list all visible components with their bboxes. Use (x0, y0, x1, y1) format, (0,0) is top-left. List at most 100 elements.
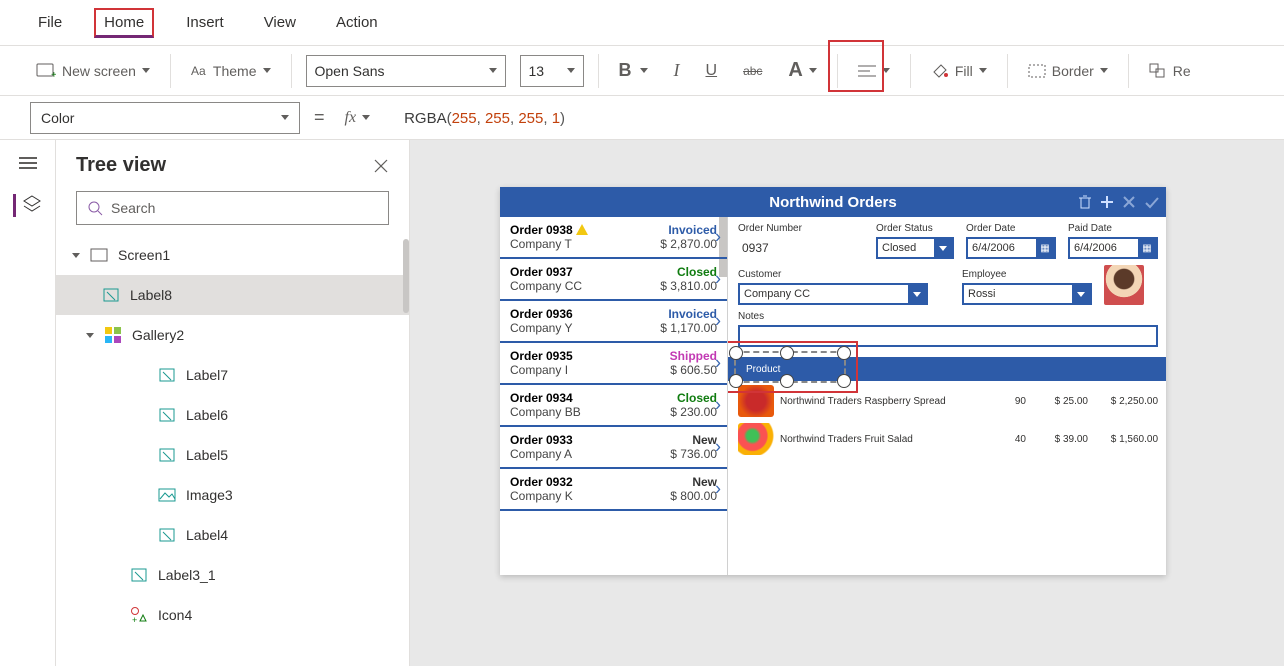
underline-button[interactable]: U (700, 58, 724, 84)
hamburger-button[interactable] (19, 154, 37, 172)
product-total: $ 1,560.00 (1094, 434, 1158, 445)
order-item[interactable]: Order 0935Shipped Company I$ 606.50 › (500, 343, 727, 385)
paint-bucket-icon (931, 62, 949, 80)
layers-icon (22, 194, 42, 214)
tree-node-label3-1[interactable]: Label3_1 (56, 555, 409, 595)
font-color-button[interactable]: A (782, 55, 822, 86)
font-size-select[interactable]: 13 (520, 55, 584, 87)
notes-input[interactable] (738, 325, 1158, 347)
menu-file[interactable]: File (30, 10, 70, 35)
close-icon[interactable] (373, 158, 389, 174)
align-button[interactable] (852, 60, 896, 82)
reorder-button[interactable]: Re (1143, 59, 1197, 83)
theme-button[interactable]: Aa Theme (185, 59, 277, 83)
fx-button[interactable]: fx (339, 105, 377, 131)
svg-text:+: + (51, 70, 56, 79)
product-thumb (738, 385, 774, 417)
tree-node-label7[interactable]: Label7 (56, 355, 409, 395)
tree-node-label6[interactable]: Label6 (56, 395, 409, 435)
customer-select[interactable]: Company CC (738, 283, 928, 305)
tree-view-tab[interactable] (13, 194, 42, 217)
employee-select[interactable]: Rossi (962, 283, 1092, 305)
check-icon[interactable] (1144, 195, 1160, 209)
app-preview: Northwind Orders Order 0938Invoiced Comp… (500, 187, 1166, 575)
label-icon (102, 286, 120, 304)
formula-fn: RGBA (404, 110, 447, 127)
products-header: Product (728, 357, 1166, 381)
scrollbar-thumb[interactable] (403, 239, 409, 313)
property-value: Color (41, 110, 74, 126)
order-item[interactable]: Order 0933New Company A$ 736.00 › (500, 427, 727, 469)
chevron-down-icon (882, 68, 890, 73)
product-row[interactable]: Northwind Traders Fruit Salad 40 $ 39.00… (738, 423, 1158, 455)
border-button[interactable]: Border (1022, 59, 1114, 83)
menu-action[interactable]: Action (328, 10, 386, 35)
order-item[interactable]: Order 0938Invoiced Company T$ 2,870.00 › (500, 217, 727, 259)
new-screen-label: New screen (62, 63, 136, 79)
font-select[interactable]: Open Sans (306, 55, 506, 87)
tree-node-label8[interactable]: Label8 (56, 275, 409, 315)
tree-label: Image3 (186, 487, 233, 503)
chevron-right-icon: › (715, 353, 721, 374)
order-item[interactable]: Order 0932New Company K$ 800.00 › (500, 469, 727, 511)
order-item[interactable]: Order 0937Closed Company CC$ 3,810.00 › (500, 259, 727, 301)
new-screen-button[interactable]: + New screen (30, 59, 156, 83)
order-status-select[interactable]: Closed (876, 237, 954, 259)
canvas[interactable]: Northwind Orders Order 0938Invoiced Comp… (410, 140, 1284, 666)
tree-node-gallery2[interactable]: Gallery2 (56, 315, 409, 355)
tree-node-label4[interactable]: Label4 (56, 515, 409, 555)
plus-icon[interactable] (1100, 195, 1114, 209)
tree-node-icon4[interactable]: +Icon4 (56, 595, 409, 635)
fill-button[interactable]: Fill (925, 58, 993, 84)
warning-icon (576, 224, 588, 235)
menu-home[interactable]: Home (94, 8, 154, 38)
lbl-customer: Customer (738, 269, 928, 280)
chevron-down-icon (263, 68, 271, 73)
fill-label: Fill (955, 63, 973, 79)
lbl-employee: Employee (962, 269, 1092, 280)
paid-date-picker[interactable]: 6/4/2006▦ (1068, 237, 1158, 259)
product-row[interactable]: Northwind Traders Raspberry Spread 90 $ … (738, 385, 1158, 417)
strikethrough-icon: abc (743, 64, 762, 78)
orders-list[interactable]: Order 0938Invoiced Company T$ 2,870.00 ›… (500, 217, 728, 575)
tree-node-label5[interactable]: Label5 (56, 435, 409, 475)
formula-input[interactable]: RGBA(255, 255, 255, 1) (404, 109, 565, 127)
menu-view[interactable]: View (256, 10, 304, 35)
lbl-paid-date: Paid Date (1068, 223, 1158, 234)
bold-button[interactable]: B (613, 56, 654, 85)
lbl-notes: Notes (738, 311, 1158, 322)
property-select[interactable]: Color (30, 102, 300, 134)
lbl-order-status: Order Status (876, 223, 954, 234)
tree-search[interactable]: Search (76, 191, 389, 225)
border-icon (1028, 64, 1046, 78)
strikethrough-button[interactable]: abc (737, 60, 768, 82)
close-x-icon[interactable] (1122, 195, 1136, 209)
label-icon (158, 366, 176, 384)
menu-insert[interactable]: Insert (178, 10, 232, 35)
employee-avatar (1104, 265, 1144, 305)
tree-node-image3[interactable]: Image3 (56, 475, 409, 515)
product-price: $ 39.00 (1032, 434, 1088, 445)
image-icon (158, 486, 176, 504)
order-item[interactable]: Order 0936Invoiced Company Y$ 1,170.00 › (500, 301, 727, 343)
tree-label: Label7 (186, 367, 228, 383)
screen-icon (90, 246, 108, 264)
order-item[interactable]: Order 0934Closed Company BB$ 230.00 › (500, 385, 727, 427)
equals-sign: = (314, 107, 325, 128)
chevron-right-icon: › (715, 437, 721, 458)
trash-icon[interactable] (1078, 194, 1092, 210)
order-date-picker[interactable]: 6/4/2006▦ (966, 237, 1056, 259)
order-date-value: 6/4/2006 (972, 242, 1015, 254)
italic-icon: I (674, 60, 680, 81)
chevron-down-icon (908, 285, 926, 303)
tree-label: Icon4 (158, 607, 192, 623)
tree-node-screen1[interactable]: Screen1 (56, 235, 409, 275)
italic-button[interactable]: I (668, 56, 686, 85)
product-thumb (738, 423, 774, 455)
caret-down-icon (72, 253, 80, 258)
bold-icon: B (619, 60, 632, 81)
formula-a2: 255 (485, 110, 510, 127)
font-value: Open Sans (315, 63, 385, 79)
chevron-right-icon: › (715, 479, 721, 500)
tree-label: Label6 (186, 407, 228, 423)
